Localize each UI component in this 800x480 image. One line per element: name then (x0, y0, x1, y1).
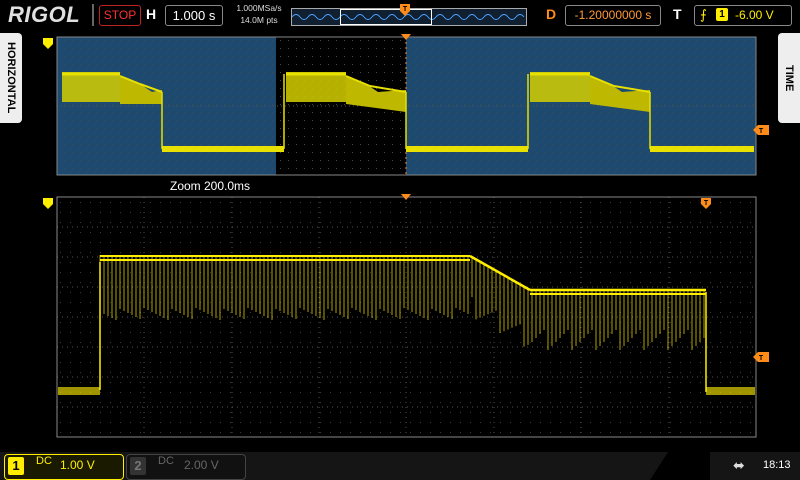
rising-edge-icon: ⨍ (700, 7, 707, 22)
delay-label: D (546, 6, 557, 22)
horizontal-label: H (146, 6, 157, 22)
system-clock: 18:13 (763, 459, 791, 471)
brand-logo: RIGOL (8, 2, 81, 27)
svg-text:T: T (759, 355, 764, 362)
overview-trigger-marker-icon: T (400, 4, 410, 16)
trigger-label: T (673, 6, 682, 22)
timebase-value[interactable]: 1.000 s (165, 5, 223, 26)
trigger-level: -6.00 V (735, 8, 774, 22)
sample-rate: 1.000MSa/s (236, 3, 282, 13)
channel1-scale: 1.00 V (60, 458, 95, 472)
channel2-badge: 2 (130, 457, 146, 475)
channel1-badge: 1 (8, 457, 24, 475)
zoom-scale-label: Zoom 200.0ms (170, 179, 251, 193)
channel2-coupling-icon: DC (158, 455, 174, 467)
memory-depth: 14.0M pts (240, 15, 278, 25)
horizontal-menu-tab[interactable]: HORIZONTAL (0, 33, 22, 123)
main-ch1-ground-marker-icon (43, 38, 53, 49)
zoom-waveform-window[interactable]: T T (40, 192, 770, 442)
time-menu-tab[interactable]: TIME (778, 33, 800, 123)
divider (92, 4, 94, 26)
channel2-scale: 2.00 V (184, 458, 219, 472)
usb-icon: ⬌ (733, 457, 745, 473)
run-stop-status[interactable]: STOP (99, 5, 141, 26)
channel1-coupling-icon: DC (36, 455, 52, 467)
svg-text:T: T (704, 200, 709, 207)
svg-text:T: T (403, 6, 408, 13)
svg-text:T: T (759, 128, 764, 135)
delay-value[interactable]: -1.20000000 s (565, 5, 661, 26)
overview-zoom-window[interactable] (340, 9, 432, 25)
trigger-source-badge: 1 (716, 8, 728, 21)
zoom-ch1-ground-marker-icon (43, 198, 53, 209)
main-waveform-window[interactable]: T (40, 32, 770, 180)
